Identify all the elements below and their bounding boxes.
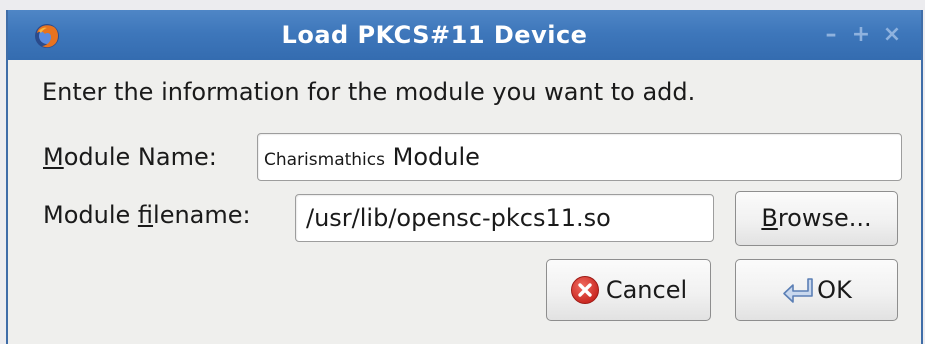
browse-label-rest: rowse... <box>777 204 872 232</box>
minimize-button[interactable]: – <box>816 21 846 49</box>
browse-button[interactable]: Browse... <box>735 191 898 246</box>
cancel-button[interactable]: Cancel <box>546 259 711 321</box>
module-name-value-large: Module <box>384 143 480 171</box>
module-name-label-rest: odule Name: <box>63 143 217 171</box>
module-filename-label-rest: ilename: <box>153 201 251 229</box>
close-button[interactable]: × <box>877 21 907 49</box>
module-filename-input[interactable]: /usr/lib/opensc-pkcs11.so <box>295 194 714 242</box>
cancel-icon <box>570 276 599 304</box>
maximize-button[interactable]: + <box>846 21 876 49</box>
window-title: Load PKCS#11 Device <box>281 21 588 49</box>
titlebar[interactable]: Load PKCS#11 Device – + × <box>8 10 921 60</box>
ok-label: OK <box>817 276 852 304</box>
ok-button[interactable]: OK <box>735 259 898 321</box>
browse-mnemonic: B <box>761 204 778 232</box>
module-name-label: Module Name: <box>43 143 217 171</box>
module-filename-label-before: Module <box>43 201 138 229</box>
ok-arrow-icon <box>783 278 813 303</box>
module-name-input[interactable]: Charismathics Module <box>257 133 902 181</box>
cancel-label: Cancel <box>605 276 688 304</box>
dialog-content: Enter the information for the module you… <box>8 60 921 344</box>
instruction-text: Enter the information for the module you… <box>42 78 696 106</box>
module-filename-label: Module filename: <box>43 201 251 229</box>
module-filename-mnemonic: f <box>137 201 154 229</box>
module-name-mnemonic: M <box>43 143 64 171</box>
load-pkcs11-dialog: Load PKCS#11 Device – + × Enter the info… <box>6 10 923 344</box>
module-name-value-small: Charismathics <box>264 150 385 170</box>
